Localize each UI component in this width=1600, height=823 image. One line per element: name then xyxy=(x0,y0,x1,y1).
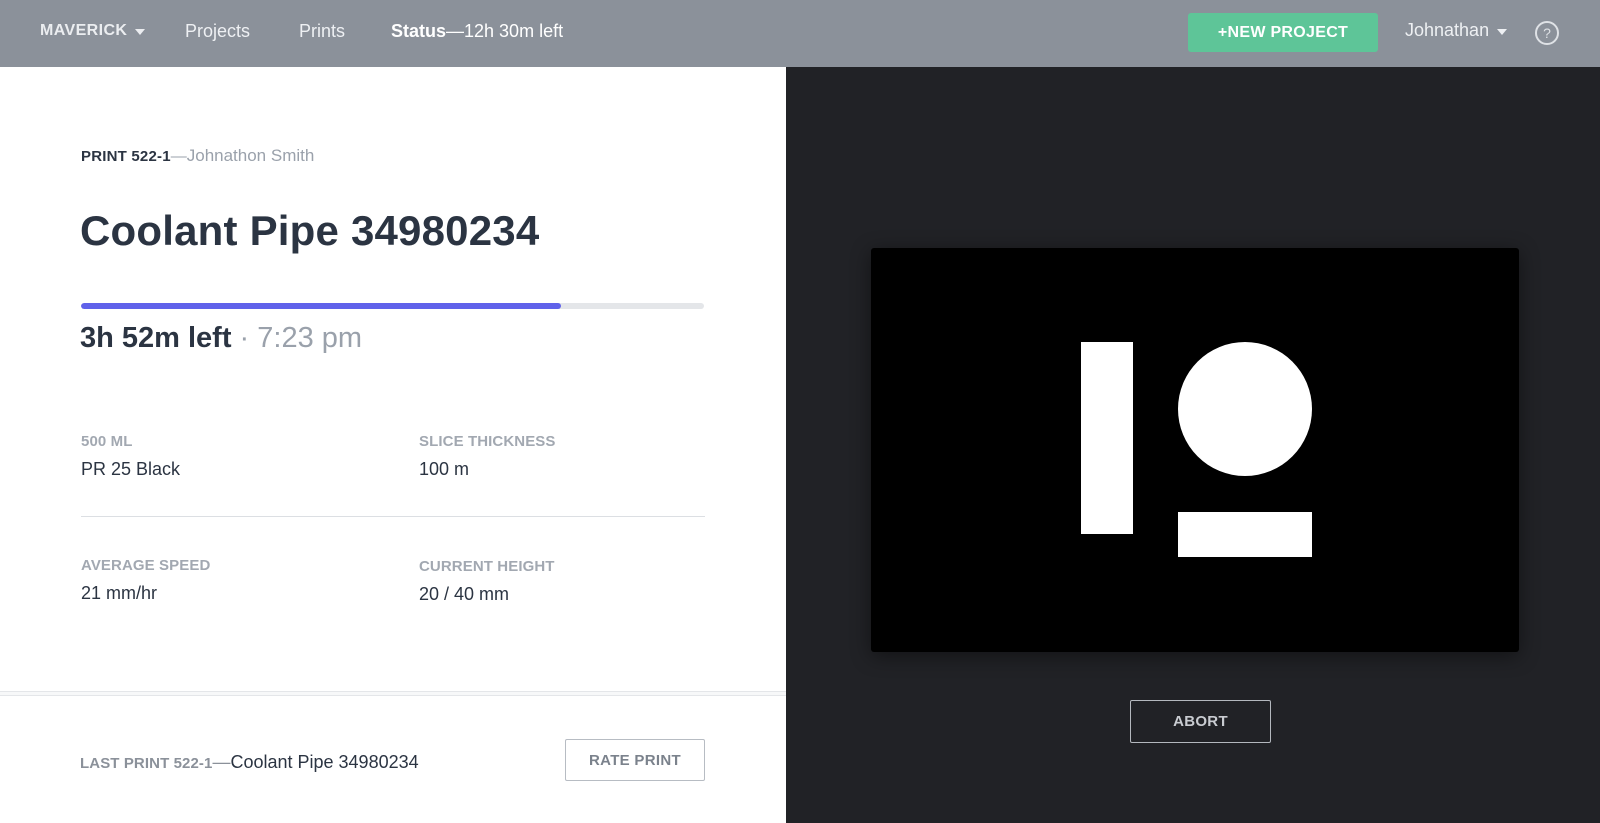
nav-prints[interactable]: Prints xyxy=(299,21,345,42)
rate-print-button[interactable]: RATE PRINT xyxy=(565,739,705,781)
stat-average-speed: AVERAGE SPEED 21 mm/hr xyxy=(81,557,210,604)
status-indicator: Status—12h 30m left xyxy=(391,21,563,42)
stat-value: 100 m xyxy=(419,459,470,479)
patreon-logo-icon xyxy=(1081,342,1312,557)
print-separator: — xyxy=(170,148,187,165)
stat-value: 21 mm/hr xyxy=(81,583,158,603)
stat-current-height: CURRENT HEIGHT 20 / 40 mm xyxy=(419,558,555,605)
stat-label: SLICE THICKNESS xyxy=(419,433,556,450)
print-preview xyxy=(871,248,1519,652)
print-details-panel: PRINT 522-1—Johnathon Smith Coolant Pipe… xyxy=(0,67,786,823)
logo-bar xyxy=(1081,342,1133,534)
last-print-id: LAST PRINT 522-1 xyxy=(80,755,213,772)
last-print-separator: — xyxy=(212,752,231,772)
status-label: Status xyxy=(391,21,447,41)
logo-circle xyxy=(1178,342,1312,476)
chevron-down-icon xyxy=(1497,28,1508,35)
brand-label: MAVERICK xyxy=(40,22,128,39)
logo-base xyxy=(1178,512,1312,557)
time-left: 3h 52m left xyxy=(80,322,232,354)
divider xyxy=(81,516,705,517)
status-value: —12h 30m left xyxy=(446,21,564,41)
nav-projects[interactable]: Projects xyxy=(185,21,250,42)
top-nav-bar: MAVERICK Projects Prints Status—12h 30m … xyxy=(0,0,1600,67)
new-project-button[interactable]: +NEW PROJECT xyxy=(1188,13,1378,52)
stat-label: 500 ML xyxy=(81,433,133,450)
last-print: LAST PRINT 522-1—Coolant Pipe 34980234 xyxy=(80,752,419,773)
print-progress-bar xyxy=(81,303,704,309)
print-owner: Johnathon Smith xyxy=(186,146,315,165)
page-title: Coolant Pipe 34980234 xyxy=(80,207,540,254)
stat-value: PR 25 Black xyxy=(81,459,181,479)
completion-time: · 7:23 pm xyxy=(231,322,363,354)
stat-slice-thickness: SLICE THICKNESS 100 m xyxy=(419,433,556,480)
stat-label: CURRENT HEIGHT xyxy=(419,558,555,575)
print-preview-panel: ABORT xyxy=(786,67,1600,823)
stat-value: 20 / 40 mm xyxy=(419,584,510,604)
user-menu[interactable]: Johnathan xyxy=(1405,20,1508,41)
stat-material: 500 ML PR 25 Black xyxy=(81,433,180,480)
brand-menu[interactable]: MAVERICK xyxy=(40,22,146,40)
print-header: PRINT 522-1—Johnathon Smith xyxy=(81,146,314,166)
time-remaining: 3h 52m left · 7:23 pm xyxy=(80,322,362,355)
abort-button[interactable]: ABORT xyxy=(1130,700,1271,743)
chevron-down-icon xyxy=(135,29,146,35)
help-icon[interactable]: ? xyxy=(1535,21,1559,45)
footer-divider xyxy=(0,691,786,696)
last-print-name: Coolant Pipe 34980234 xyxy=(230,752,419,772)
print-progress-fill xyxy=(81,303,561,309)
user-name: Johnathan xyxy=(1405,20,1490,40)
print-id: PRINT 522-1 xyxy=(81,148,171,165)
stat-label: AVERAGE SPEED xyxy=(81,557,211,574)
